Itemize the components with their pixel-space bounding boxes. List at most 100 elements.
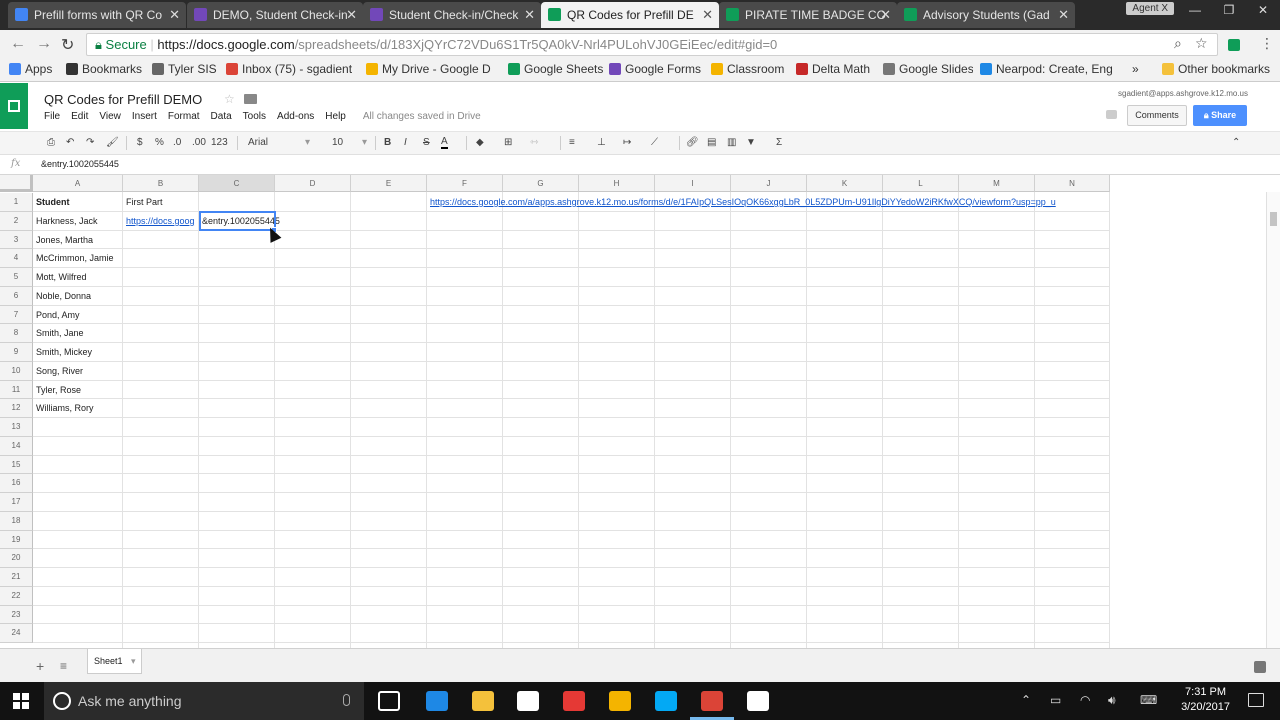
row-header[interactable]: 16 <box>0 474 33 493</box>
cell-a1[interactable]: Student <box>36 193 70 211</box>
merge-cells-icon[interactable]: ⇿ <box>530 137 538 148</box>
camtasia-icon[interactable] <box>747 691 769 711</box>
cell-b2-link[interactable]: https://docs.goog <box>126 212 199 230</box>
column-header-d[interactable]: D <box>275 175 351 192</box>
row-header[interactable]: 9 <box>0 343 33 362</box>
menu-item[interactable]: Help <box>325 111 346 122</box>
other-bookmarks[interactable]: Other bookmarks <box>1162 62 1270 76</box>
column-header-n[interactable]: N <box>1035 175 1110 192</box>
more-bookmarks-icon[interactable]: » <box>1132 62 1139 76</box>
chrome-icon[interactable] <box>701 691 723 711</box>
student-name-cell[interactable]: Tyler, Rose <box>36 381 124 399</box>
column-header-i[interactable]: I <box>655 175 731 192</box>
back-icon[interactable]: ← <box>10 35 26 53</box>
increase-decimal-button[interactable]: .00 <box>192 137 206 148</box>
horizontal-align-icon[interactable]: ≡ <box>569 137 575 148</box>
row-header[interactable]: 21 <box>0 568 33 587</box>
column-header-e[interactable]: E <box>351 175 427 192</box>
row-header[interactable]: 10 <box>0 361 33 381</box>
menu-item[interactable]: Format <box>168 111 200 122</box>
skype-icon[interactable] <box>655 691 677 711</box>
student-name-cell[interactable]: Jones, Martha <box>36 231 124 249</box>
student-name-cell[interactable]: Williams, Rory <box>36 399 124 417</box>
row-header[interactable]: 4 <box>0 249 33 268</box>
student-name-cell[interactable]: Smith, Jane <box>36 324 124 342</box>
row-header[interactable]: 23 <box>0 605 33 625</box>
browser-tab[interactable]: Student Check-in/Check ✕ <box>363 2 541 28</box>
bookmark-item[interactable]: Classroom <box>711 62 784 76</box>
bookmark-item[interactable]: Tyler SIS <box>152 62 217 76</box>
row-header[interactable]: 17 <box>0 493 33 512</box>
sheets-logo-icon[interactable] <box>0 83 28 129</box>
row-header[interactable]: 12 <box>0 399 33 418</box>
italic-button[interactable]: I <box>404 137 407 148</box>
percent-button[interactable]: % <box>155 137 164 148</box>
insert-comment-icon[interactable]: ▤ <box>707 137 716 148</box>
bookmark-item[interactable]: Google Sheets <box>508 62 603 76</box>
print-icon[interactable]: ⎙ <box>47 137 55 148</box>
student-name-cell[interactable]: Song, River <box>36 362 124 380</box>
student-name-cell[interactable]: Pond, Amy <box>36 306 124 324</box>
volume-icon[interactable]: 🔊︎ <box>1108 693 1116 708</box>
chevron-down-icon[interactable]: ▾ <box>362 137 367 148</box>
row-header[interactable]: 7 <box>0 305 33 325</box>
column-header-l[interactable]: L <box>883 175 959 192</box>
row-header[interactable]: 2 <box>0 211 33 231</box>
column-header-k[interactable]: K <box>807 175 883 192</box>
column-header-a[interactable]: A <box>33 175 123 192</box>
edge-icon[interactable] <box>426 691 448 711</box>
row-header[interactable]: 11 <box>0 380 33 400</box>
browser-tab[interactable]: Prefill forms with QR Co ✕ <box>8 2 186 28</box>
comments-button[interactable]: Comments <box>1127 105 1187 126</box>
drive-extension-icon[interactable] <box>1228 39 1240 51</box>
browser-tab[interactable]: PIRATE TIME BADGE CO ✕ <box>719 2 897 28</box>
task-view-icon[interactable] <box>378 691 400 711</box>
menu-item[interactable]: Edit <box>71 111 88 122</box>
row-header[interactable]: 20 <box>0 549 33 568</box>
menu-item[interactable]: Tools <box>243 111 266 122</box>
insert-chart-icon[interactable]: ▥ <box>727 137 736 148</box>
close-window-icon[interactable]: ✕ <box>1246 0 1280 20</box>
row-header[interactable]: 6 <box>0 286 33 306</box>
column-header-f[interactable]: F <box>427 175 503 192</box>
menu-item[interactable]: Insert <box>132 111 157 122</box>
url-field[interactable]: 🔒︎ Secure | https://docs.google.com/spre… <box>86 33 1218 56</box>
row-header[interactable]: 3 <box>0 230 33 250</box>
bookmark-item[interactable]: Inbox (75) - sgadient <box>226 62 352 76</box>
chevron-down-icon[interactable]: ▾ <box>131 656 136 666</box>
close-tab-icon[interactable]: ✕ <box>169 2 180 28</box>
browser-tab[interactable]: QR Codes for Prefill DE ✕ <box>541 2 719 28</box>
browser-tab[interactable]: Advisory Students (Gad ✕ <box>897 2 1075 28</box>
currency-button[interactable]: $ <box>137 137 143 148</box>
user-email[interactable]: sgadient@apps.ashgrove.k12.mo.us <box>1118 89 1248 98</box>
document-title[interactable]: QR Codes for Prefill DEMO <box>44 92 202 107</box>
system-clock[interactable]: 7:31 PM 3/20/2017 <box>1181 685 1230 715</box>
action-center-icon[interactable] <box>1248 693 1264 707</box>
font-select[interactable]: Arial <box>248 137 268 148</box>
row-header[interactable]: 18 <box>0 511 33 531</box>
norton-icon[interactable] <box>609 691 631 711</box>
strikethrough-button[interactable]: S <box>423 137 430 148</box>
bold-button[interactable]: B <box>384 137 391 148</box>
column-header-g[interactable]: G <box>503 175 579 192</box>
student-name-cell[interactable]: Noble, Donna <box>36 287 124 305</box>
menu-item[interactable]: File <box>44 111 60 122</box>
row-header[interactable]: 8 <box>0 324 33 343</box>
cortana-search-box[interactable]: Ask me anything <box>44 682 364 720</box>
formula-input[interactable]: &entry.1002055445 <box>41 159 119 169</box>
all-sheets-icon[interactable]: ≡ <box>60 659 67 673</box>
column-header-j[interactable]: J <box>731 175 807 192</box>
select-all-corner[interactable] <box>0 175 33 192</box>
student-name-cell[interactable]: Mott, Wilfred <box>36 268 124 286</box>
functions-button[interactable]: Σ <box>776 137 782 148</box>
share-button[interactable]: 🔒︎ Share <box>1193 105 1247 126</box>
undo-icon[interactable]: ↶ <box>66 137 74 148</box>
add-sheet-icon[interactable]: + <box>36 658 44 674</box>
minimize-icon[interactable]: — <box>1178 0 1212 20</box>
browser-tab[interactable]: DEMO, Student Check-in ✕ <box>187 2 363 28</box>
student-name-cell[interactable]: Harkness, Jack <box>36 212 124 230</box>
keyboard-icon[interactable]: ⌨︎ <box>1140 693 1157 707</box>
bookmark-item[interactable]: Delta Math <box>796 62 870 76</box>
vertical-scrollbar[interactable] <box>1266 192 1280 648</box>
row-header[interactable]: 22 <box>0 586 33 606</box>
